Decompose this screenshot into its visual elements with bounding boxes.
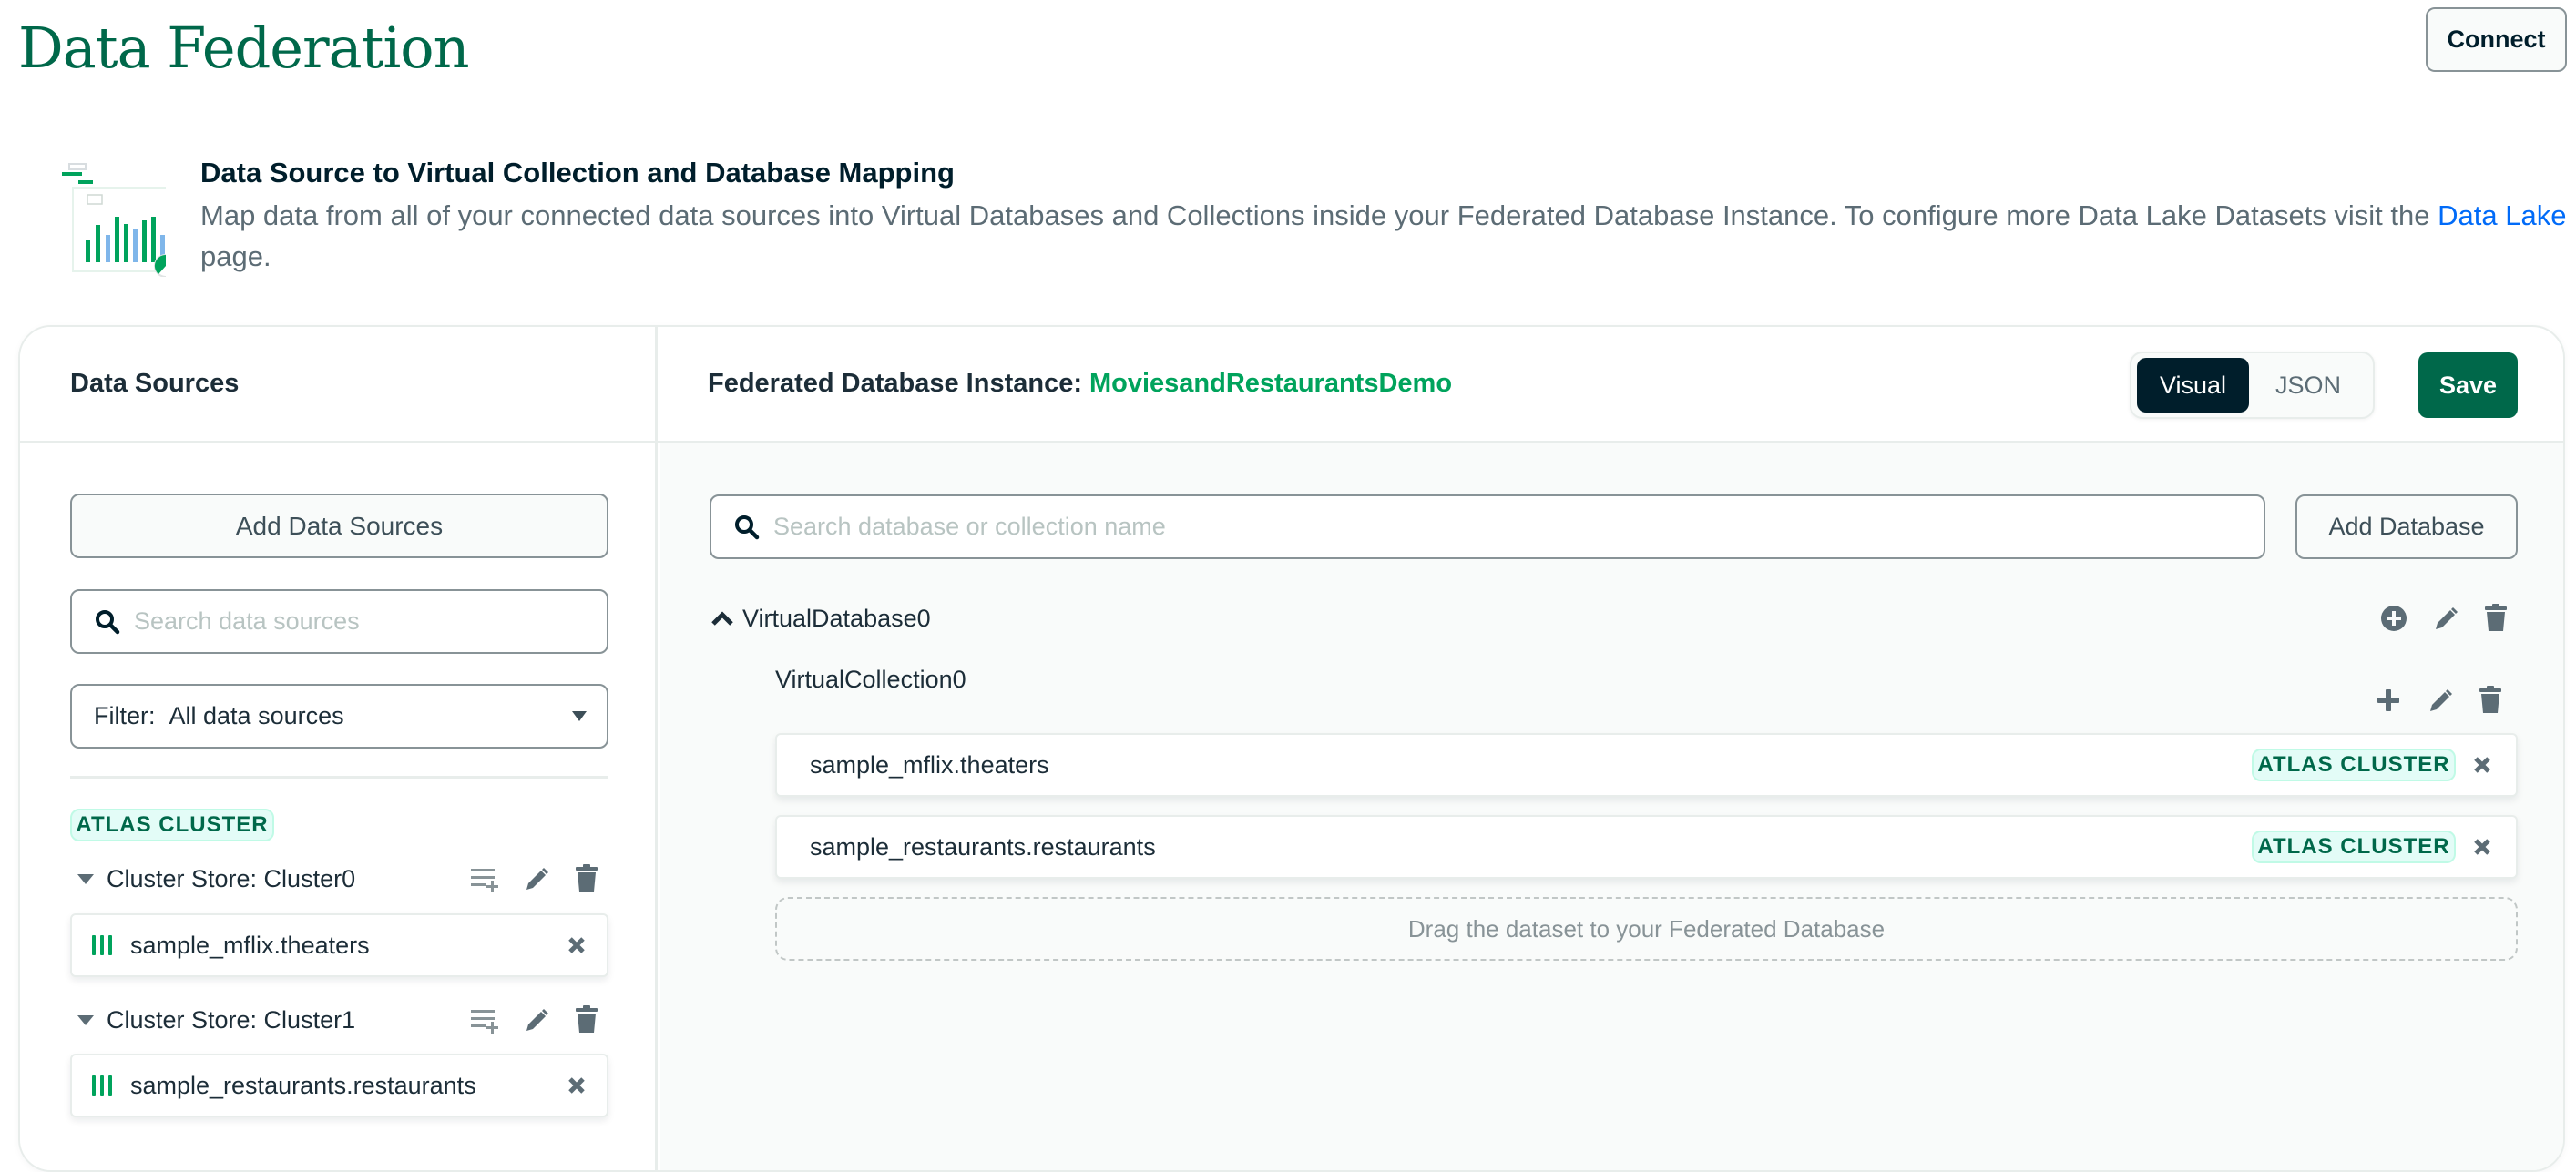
trash-icon[interactable] <box>570 1004 603 1036</box>
add-database-button[interactable]: Add Database <box>2295 494 2518 559</box>
add-data-sources-button[interactable]: Add Data Sources <box>70 494 608 558</box>
data-lake-link[interactable]: Data Lake <box>2438 199 2566 231</box>
database-name: VirtualDatabase0 <box>742 604 931 632</box>
dataset-card[interactable]: sample_restaurants.restaurants <box>70 1054 608 1117</box>
filter-value: All data sources <box>169 702 344 729</box>
header-divider <box>20 441 2563 443</box>
cluster-store-row[interactable]: Cluster Store: Cluster0 <box>70 856 608 902</box>
search-placeholder: Search database or collection name <box>773 513 1166 540</box>
data-sources-title: Data Sources <box>70 369 240 398</box>
instance-name: MoviesandRestaurantsDemo <box>1089 369 1453 398</box>
banner-text-end: page. <box>200 240 271 272</box>
mapped-dataset-name: sample_mflix.theaters <box>810 750 1049 779</box>
filter-label: Filter: <box>94 702 156 729</box>
chart-illustration-icon <box>38 160 178 278</box>
pencil-icon[interactable] <box>2428 602 2461 635</box>
banner-text: Map data from all of your connected data… <box>200 199 2438 231</box>
divider <box>70 776 608 779</box>
atlas-cluster-badge: ATLAS CLUSTER <box>2252 831 2456 863</box>
virtual-collection-row[interactable]: VirtualCollection0 <box>775 657 2518 702</box>
caret-down-icon[interactable] <box>77 1014 94 1025</box>
pencil-icon[interactable] <box>519 1004 552 1036</box>
trash-icon[interactable] <box>2474 684 2507 717</box>
collection-actions <box>2372 684 2507 717</box>
plus-icon[interactable] <box>2372 684 2405 717</box>
filter-select[interactable]: Filter: All data sources <box>70 684 608 749</box>
federated-instance-label: Federated Database Instance: MoviesandRes… <box>708 363 1452 403</box>
database-search-input[interactable]: Search database or collection name <box>710 494 2265 559</box>
dataset-card[interactable]: sample_mflix.theaters <box>70 913 608 977</box>
add-collection-icon[interactable] <box>2377 602 2410 635</box>
page-title: Data Federation <box>18 15 470 81</box>
drag-handle-icon[interactable] <box>92 935 112 955</box>
mapped-dataset-card[interactable]: sample_restaurants.restaurants ATLAS CLU… <box>775 815 2518 879</box>
pencil-icon[interactable] <box>2423 684 2456 717</box>
federation-panel: Data Sources Add Data Sources Search dat… <box>18 325 2565 1172</box>
save-button[interactable]: Save <box>2418 352 2518 418</box>
add-dataset-icon[interactable] <box>468 862 501 895</box>
cluster-store-label: Cluster Store: Cluster1 <box>107 1005 356 1034</box>
mapped-dataset-card[interactable]: sample_mflix.theaters ATLAS CLUSTER <box>775 733 2518 797</box>
search-placeholder: Search data sources <box>134 607 360 635</box>
virtual-database-row[interactable]: VirtualDatabase0 <box>710 596 2518 641</box>
remove-icon[interactable] <box>2469 751 2496 779</box>
remove-icon[interactable] <box>563 932 590 959</box>
atlas-cluster-badge: ATLAS CLUSTER <box>70 809 274 841</box>
add-dataset-icon[interactable] <box>468 1004 501 1036</box>
drag-handle-icon[interactable] <box>92 1075 112 1096</box>
view-toggle: Visual JSON <box>2130 352 2375 419</box>
pencil-icon[interactable] <box>519 862 552 895</box>
remove-icon[interactable] <box>563 1072 590 1099</box>
tab-visual[interactable]: Visual <box>2137 358 2249 413</box>
mapped-dataset-name: sample_restaurants.restaurants <box>810 832 1156 861</box>
trash-icon[interactable] <box>570 862 603 895</box>
banner-description: Map data from all of your connected data… <box>200 195 2569 277</box>
trash-icon[interactable] <box>2479 602 2512 635</box>
banner-title: Data Source to Virtual Collection and Da… <box>200 157 955 189</box>
tab-json[interactable]: JSON <box>2249 358 2367 413</box>
dataset-name: sample_mflix.theaters <box>130 931 370 959</box>
data-sources-pane <box>20 327 658 1170</box>
cluster-store-label: Cluster Store: Cluster0 <box>107 864 356 892</box>
dataset-drop-zone[interactable]: Drag the dataset to your Federated Datab… <box>775 897 2518 961</box>
search-icon <box>733 514 761 541</box>
remove-icon[interactable] <box>2469 833 2496 861</box>
search-icon <box>94 608 121 636</box>
dataset-name: sample_restaurants.restaurants <box>130 1071 476 1099</box>
connect-button[interactable]: Connect <box>2426 7 2567 72</box>
caret-down-icon <box>572 711 587 721</box>
cluster-store-row[interactable]: Cluster Store: Cluster1 <box>70 997 608 1043</box>
instance-label: Federated Database Instance: <box>708 369 1082 398</box>
atlas-cluster-badge: ATLAS CLUSTER <box>2252 749 2456 781</box>
chevron-up-icon[interactable] <box>710 606 735 631</box>
caret-down-icon[interactable] <box>77 873 94 884</box>
collection-name: VirtualCollection0 <box>775 665 966 693</box>
data-sources-search-input[interactable]: Search data sources <box>70 589 608 654</box>
